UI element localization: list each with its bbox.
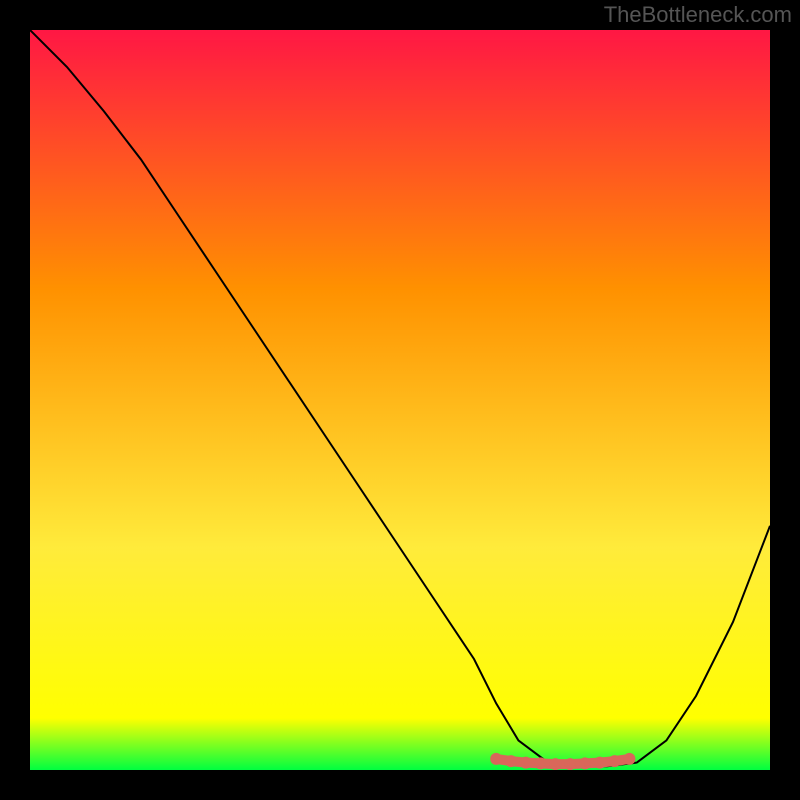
fit-marker-point [579, 757, 591, 769]
fit-marker-point [594, 757, 606, 769]
fit-marker-point [505, 755, 517, 767]
chart-svg [30, 30, 770, 770]
watermark-label: TheBottleneck.com [604, 2, 792, 28]
fit-marker-point [564, 758, 576, 770]
fit-marker-point [520, 757, 532, 769]
chart-background [30, 30, 770, 770]
fit-marker-point [549, 758, 561, 770]
chart-plot [30, 30, 770, 770]
fit-marker-point [623, 753, 635, 765]
fit-marker-point [490, 753, 502, 765]
fit-marker-point [609, 755, 621, 767]
fit-marker-point [535, 757, 547, 769]
